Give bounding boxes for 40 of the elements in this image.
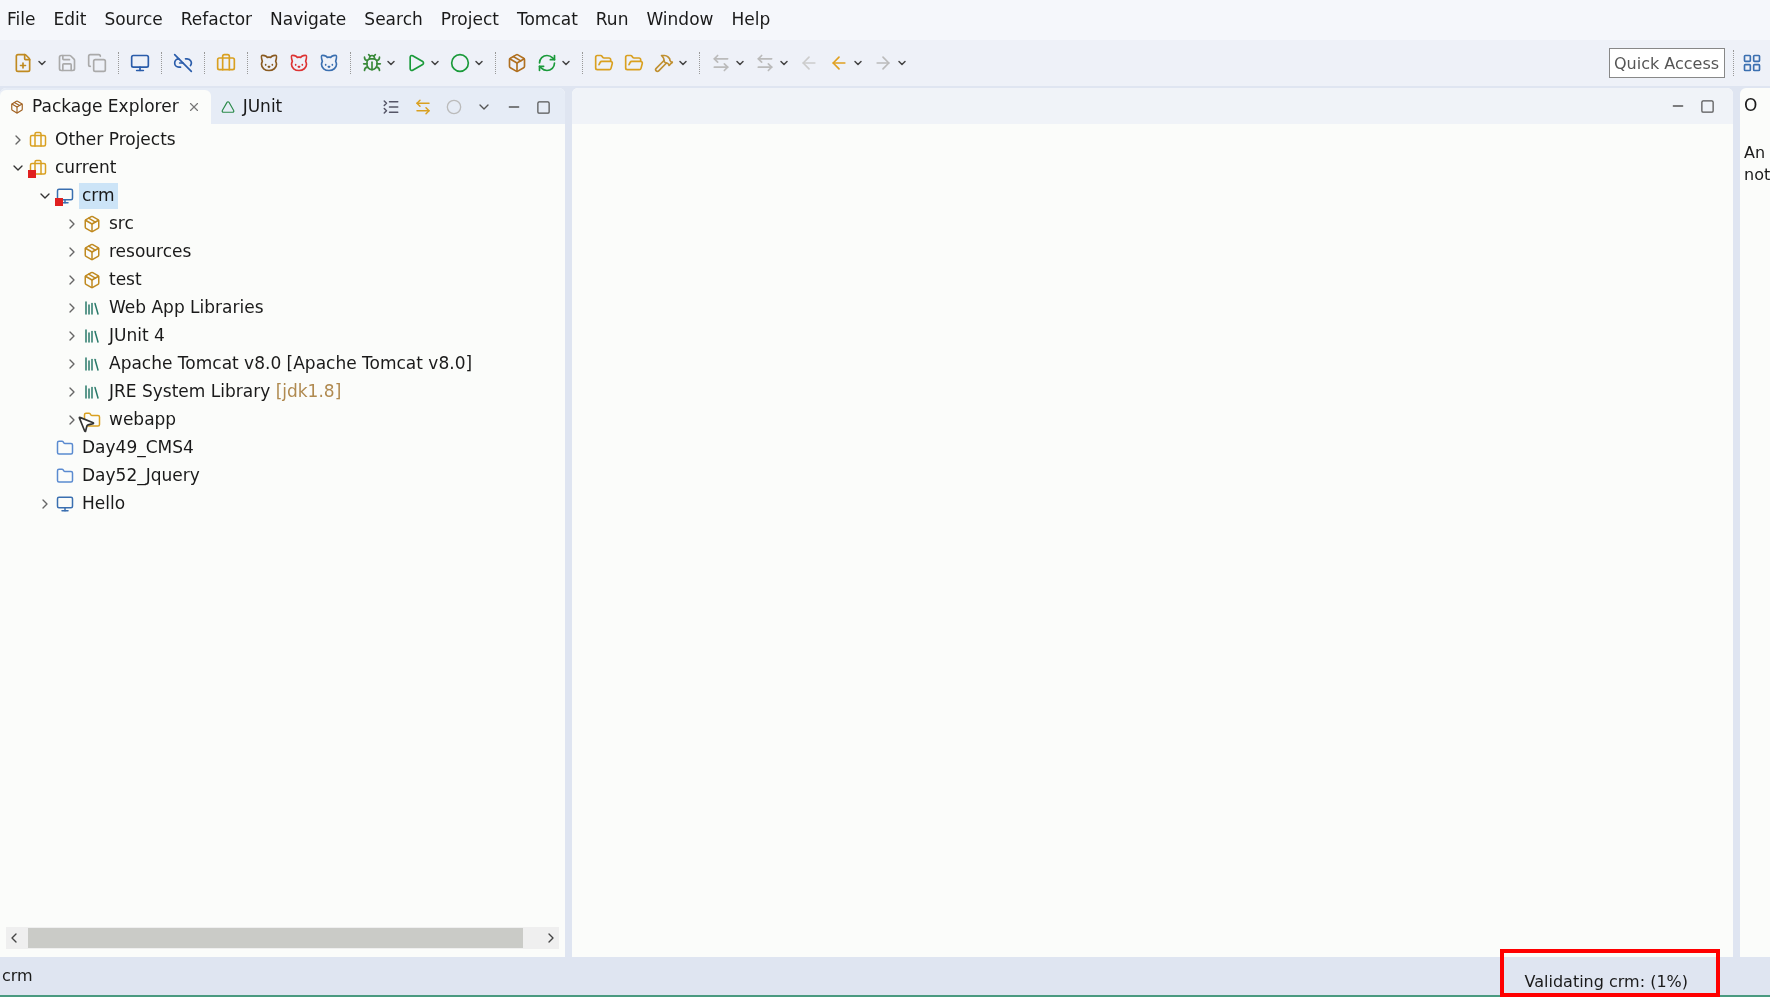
tree-item[interactable]: JRE System Library [jdk1.8] — [106, 379, 345, 405]
view-tab[interactable]: O — [1744, 93, 1758, 119]
open-perspective-icon[interactable] — [1742, 53, 1762, 73]
menu-item[interactable]: Window — [646, 7, 714, 33]
tree-item[interactable]: src — [106, 211, 137, 237]
menu-item[interactable]: Refactor — [180, 7, 253, 33]
package-icon — [10, 100, 24, 114]
outline-message: An — [1744, 142, 1767, 164]
status-text: crm — [1, 965, 33, 987]
menu-item[interactable]: Navigate — [270, 7, 347, 33]
horizontal-scrollbar[interactable] — [6, 927, 559, 949]
tree-item[interactable]: crm — [79, 183, 118, 209]
quick-access-field[interactable]: Quick Access — [1609, 48, 1725, 78]
tree-item[interactable]: Hello — [79, 491, 129, 517]
tree-item[interactable]: Other Projects — [52, 127, 179, 153]
view-tab[interactable]: Package Explorer — [0, 90, 211, 124]
tree-item[interactable]: Day52_Jquery — [79, 463, 203, 489]
tree-item[interactable]: resources — [106, 239, 195, 265]
maximize-icon[interactable] — [1700, 98, 1715, 114]
progress-status: Validating crm: (1%) — [1524, 971, 1688, 993]
menu-item[interactable]: Tomcat — [516, 7, 578, 33]
tree-item[interactable]: test — [106, 267, 145, 293]
tree-item[interactable]: JUnit 4 — [106, 323, 168, 349]
tree-item[interactable]: Apache Tomcat v8.0 [Apache Tomcat v8.0] — [106, 351, 476, 377]
menu-item[interactable]: Run — [595, 7, 629, 33]
view-tab[interactable]: JUnit — [210, 90, 293, 124]
tree-item[interactable]: current — [52, 155, 120, 181]
mouse-cursor-icon — [76, 414, 96, 434]
tree-item[interactable]: Day49_CMS4 — [79, 435, 197, 461]
menu-item[interactable]: Search — [364, 7, 423, 33]
maximize-icon[interactable] — [536, 99, 551, 115]
menu-item[interactable]: Project — [440, 7, 499, 33]
menu-item[interactable]: Source — [104, 7, 163, 33]
menu-item[interactable]: File — [7, 7, 36, 33]
menu-item[interactable]: Help — [731, 7, 771, 33]
tree-item[interactable]: Web App Libraries — [106, 295, 267, 321]
tree-item[interactable]: webapp — [106, 407, 180, 433]
outline-message: not — [1744, 164, 1770, 186]
collapse-all-icon[interactable] — [382, 98, 400, 116]
menu-item[interactable]: Edit — [53, 7, 87, 33]
